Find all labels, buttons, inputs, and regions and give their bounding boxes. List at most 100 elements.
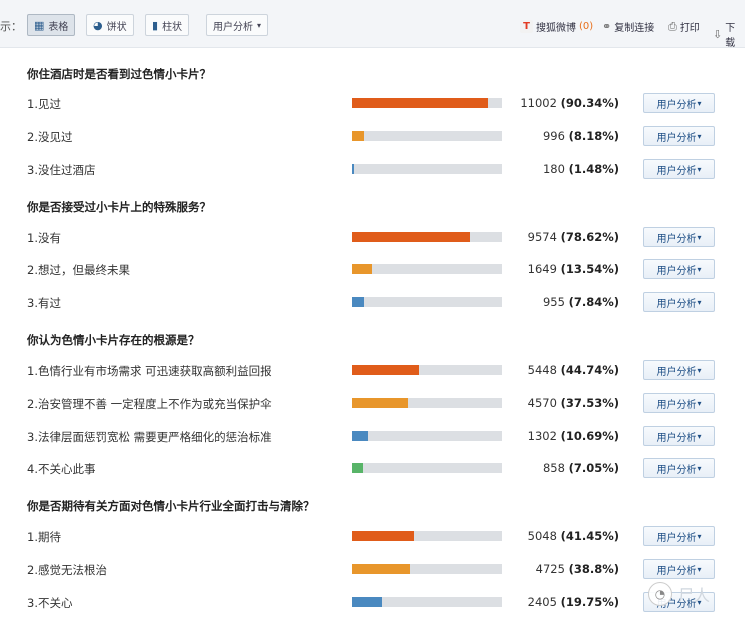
result-bar-fill bbox=[352, 463, 363, 473]
view-prefix-label: 示： bbox=[0, 20, 22, 33]
share-weibo-label: 搜狐微博 bbox=[536, 23, 576, 34]
result-bar-track bbox=[352, 297, 502, 307]
watermark: ◔ 尸人 bbox=[648, 582, 710, 606]
option-row: 2.感觉无法根治 4725 (38.8%) 用户分析 ▾ bbox=[0, 557, 745, 581]
result-bar-fill bbox=[352, 564, 410, 574]
result-percent: (78.62%) bbox=[560, 230, 619, 244]
option-row: 2.没见过 996 (8.18%) 用户分析 ▾ bbox=[0, 124, 745, 148]
chevron-down-icon: ▾ bbox=[697, 431, 702, 441]
option-row: 3.不关心 2405 (19.75%) 用户分析 ▾ bbox=[0, 590, 745, 614]
result-bar-track bbox=[352, 365, 502, 375]
result-bar-fill bbox=[352, 297, 364, 307]
question-title: 你住酒店时是否看到过色情小卡片？ bbox=[27, 67, 211, 81]
chevron-down-icon: ▾ bbox=[697, 564, 702, 574]
chevron-down-icon: ▾ bbox=[697, 531, 702, 541]
user-analysis-label: 用户分析 bbox=[656, 565, 697, 577]
chevron-down-icon: ▾ bbox=[697, 98, 702, 108]
option-row: 3.有过 955 (7.84%) 用户分析 ▾ bbox=[0, 290, 745, 314]
print-button[interactable]: ⎙ 打印 bbox=[668, 19, 700, 35]
copy-link-button[interactable]: ⚭ 复制连接 bbox=[602, 19, 654, 34]
user-analysis-button[interactable]: 用户分析 ▾ bbox=[643, 559, 715, 579]
option-row: 1.色情行业有市场需求 可迅速获取高额利益回报 5448 (44.74%) 用户… bbox=[0, 358, 745, 382]
option-label: 3.不关心 bbox=[27, 596, 73, 610]
result-stat: 11002 (90.34%) bbox=[520, 96, 619, 110]
result-stat: 1302 (10.69%) bbox=[528, 429, 619, 443]
share-weibo-count: (0) bbox=[579, 21, 594, 32]
chevron-down-icon: ▾ bbox=[697, 131, 702, 141]
view-pie-button[interactable]: ◕ 饼状 bbox=[86, 14, 134, 36]
result-count: 1302 bbox=[527, 429, 557, 443]
toolbar-user-analysis-dropdown[interactable]: 用户分析 ▾ bbox=[206, 14, 269, 36]
result-bar-fill bbox=[352, 98, 488, 108]
option-label: 2.感觉无法根治 bbox=[27, 563, 107, 577]
result-count: 9574 bbox=[527, 230, 557, 244]
user-analysis-label: 用户分析 bbox=[656, 532, 697, 544]
view-pie-label: 饼状 bbox=[106, 21, 127, 33]
user-analysis-button[interactable]: 用户分析 ▾ bbox=[643, 93, 715, 113]
chevron-down-icon: ▾ bbox=[697, 463, 702, 473]
chevron-down-icon: ▾ bbox=[697, 365, 702, 375]
share-weibo-link[interactable]: T 搜狐微博 (0) bbox=[520, 19, 593, 34]
user-analysis-button[interactable]: 用户分析 ▾ bbox=[643, 458, 715, 478]
question-title: 你认为色情小卡片存在的根源是？ bbox=[27, 333, 200, 347]
grid-icon: ▦ bbox=[34, 18, 45, 32]
user-analysis-button[interactable]: 用户分析 ▾ bbox=[643, 227, 715, 247]
result-bar-fill bbox=[352, 531, 414, 541]
user-analysis-label: 用户分析 bbox=[656, 399, 697, 411]
question-title: 你是否接受过小卡片上的特殊服务？ bbox=[27, 200, 211, 214]
result-bar-track bbox=[352, 164, 502, 174]
view-table-button[interactable]: ▦ 表格 bbox=[27, 14, 76, 36]
option-label: 1.色情行业有市场需求 可迅速获取高额利益回报 bbox=[27, 364, 272, 378]
download-button[interactable]: ⇩ 下载 bbox=[713, 19, 745, 49]
result-count: 4570 bbox=[527, 396, 557, 410]
view-bar-button[interactable]: ▮ 柱状 bbox=[145, 14, 190, 36]
option-label: 3.法律层面惩罚宽松 需要更严格细化的惩治标准 bbox=[27, 430, 272, 444]
result-stat: 1649 (13.54%) bbox=[528, 262, 619, 276]
option-row: 3.没住过酒店 180 (1.48%) 用户分析 ▾ bbox=[0, 157, 745, 181]
result-percent: (13.54%) bbox=[560, 262, 619, 276]
option-label: 1.期待 bbox=[27, 530, 61, 544]
result-stat: 5048 (41.45%) bbox=[528, 529, 619, 543]
chevron-down-icon: ▾ bbox=[697, 164, 702, 174]
user-analysis-label: 用户分析 bbox=[656, 366, 697, 378]
result-count: 955 bbox=[542, 295, 565, 309]
option-label: 3.没住过酒店 bbox=[27, 163, 96, 177]
result-count: 180 bbox=[542, 162, 565, 176]
result-percent: (8.18%) bbox=[568, 129, 619, 143]
user-analysis-label: 用户分析 bbox=[656, 265, 697, 277]
option-label: 2.想过，但最终未果 bbox=[27, 263, 130, 277]
printer-icon: ⎙ bbox=[668, 19, 677, 33]
result-bar-fill bbox=[352, 398, 408, 408]
user-analysis-label: 用户分析 bbox=[656, 165, 697, 177]
result-bar-track bbox=[352, 431, 502, 441]
result-count: 858 bbox=[542, 461, 565, 475]
result-percent: (38.8%) bbox=[568, 562, 619, 576]
result-bar-track bbox=[352, 264, 502, 274]
chevron-down-icon: ▾ bbox=[697, 232, 702, 242]
result-stat: 180 (1.48%) bbox=[543, 162, 619, 176]
download-icon: ⇩ bbox=[713, 27, 723, 41]
result-stat: 955 (7.84%) bbox=[543, 295, 619, 309]
option-row: 4.不关心此事 858 (7.05%) 用户分析 ▾ bbox=[0, 456, 745, 480]
print-label: 打印 bbox=[679, 23, 700, 34]
weibo-icon: T bbox=[520, 20, 533, 33]
user-analysis-label: 用户分析 bbox=[656, 99, 697, 111]
option-row: 1.见过 11002 (90.34%) 用户分析 ▾ bbox=[0, 91, 745, 115]
result-percent: (37.53%) bbox=[560, 396, 619, 410]
result-bar-track bbox=[352, 232, 502, 242]
option-label: 1.见过 bbox=[27, 97, 61, 111]
result-count: 1649 bbox=[527, 262, 557, 276]
user-analysis-button[interactable]: 用户分析 ▾ bbox=[643, 360, 715, 380]
user-analysis-button[interactable]: 用户分析 ▾ bbox=[643, 159, 715, 179]
user-analysis-button[interactable]: 用户分析 ▾ bbox=[643, 526, 715, 546]
user-analysis-button[interactable]: 用户分析 ▾ bbox=[643, 426, 715, 446]
wechat-icon: ◔ bbox=[648, 582, 672, 606]
user-analysis-button[interactable]: 用户分析 ▾ bbox=[643, 292, 715, 312]
user-analysis-button[interactable]: 用户分析 ▾ bbox=[643, 259, 715, 279]
user-analysis-button[interactable]: 用户分析 ▾ bbox=[643, 393, 715, 413]
result-bar-track bbox=[352, 564, 502, 574]
user-analysis-button[interactable]: 用户分析 ▾ bbox=[643, 126, 715, 146]
result-stat: 996 (8.18%) bbox=[543, 129, 619, 143]
result-bar-fill bbox=[352, 131, 364, 141]
view-table-label: 表格 bbox=[48, 21, 69, 33]
